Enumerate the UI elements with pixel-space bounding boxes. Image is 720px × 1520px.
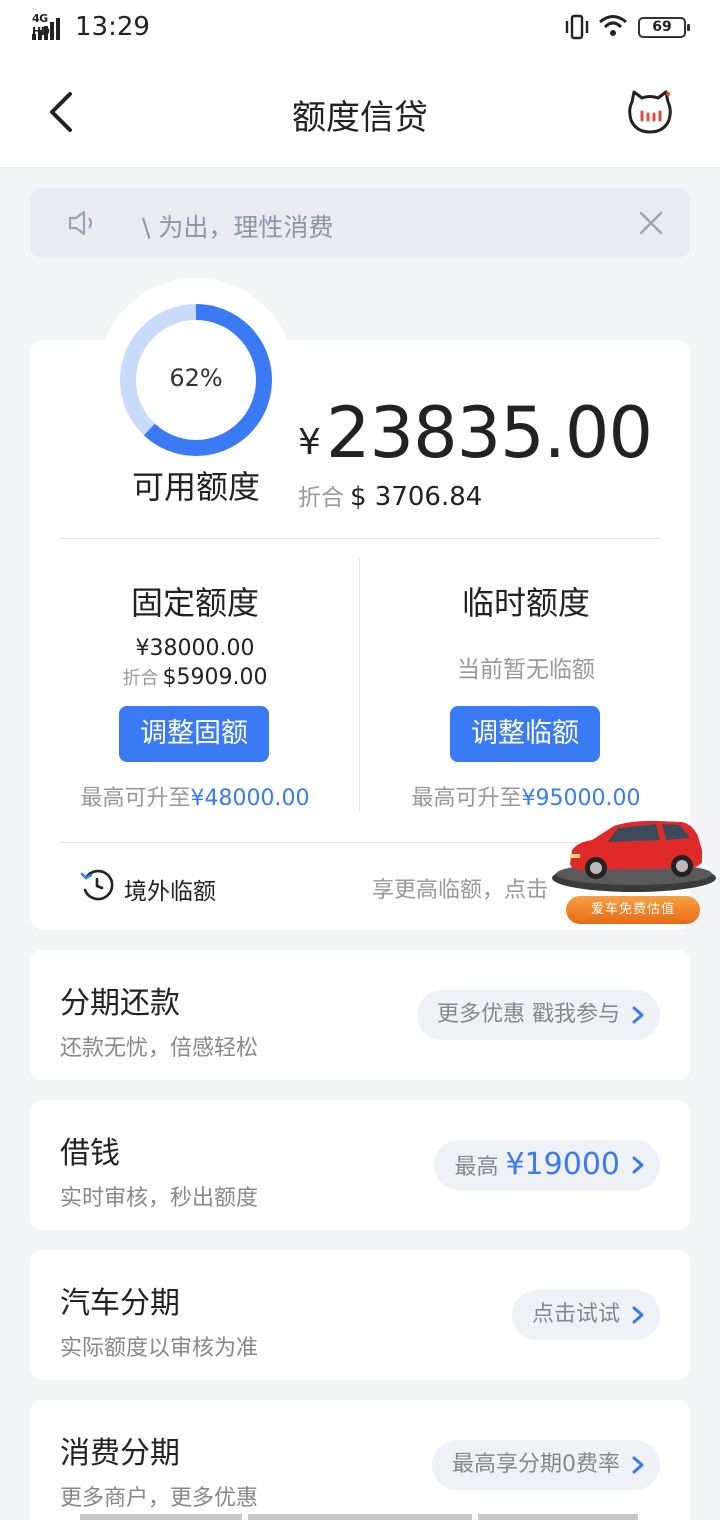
fixed-max-info: 最高可升至¥48000.00 [45, 780, 345, 812]
converted-prefix: 折合 [298, 485, 344, 511]
currency-symbol: ¥ [298, 422, 321, 463]
adjust-fixed-limit-button[interactable]: 调整固额 [119, 706, 269, 762]
battery-indicator: 69 [638, 17, 690, 38]
service-title: 汽车分期 [60, 1286, 180, 1321]
service-card-borrow[interactable]: 借钱 实时审核，秒出额度 最高 ¥19000 [30, 1100, 690, 1230]
service-subtitle: 实际额度以审核为准 [60, 1336, 259, 1361]
converted-value: $5909.00 [162, 665, 268, 690]
max-prefix: 最高可升至 [80, 786, 191, 811]
fixed-limit-converted: 折合 $5909.00 [45, 664, 345, 690]
clock-arrow-icon [80, 869, 114, 901]
chevron-right-icon [632, 1306, 644, 1324]
service-action-pill[interactable]: 点击试试 [511, 1290, 660, 1340]
tab-placeholder [478, 1514, 638, 1520]
temp-limit-subtitle: 当前暂无临额 [457, 657, 595, 683]
service-title: 借钱 [60, 1136, 120, 1171]
service-action-pill[interactable]: 最高享分期0费率 [432, 1440, 660, 1490]
notice-bar: \ 为出，理性消费 [30, 188, 690, 258]
tab-placeholder [248, 1514, 472, 1520]
pill-text: 最高享分期0费率 [452, 1452, 620, 1477]
pill-value: ¥19000 [505, 1147, 620, 1182]
temp-max-info: 最高可升至¥95000.00 [376, 780, 676, 812]
speaker-icon [68, 210, 93, 236]
max-prefix: 最高可升至 [411, 786, 522, 811]
page-title: 额度信贷 [292, 98, 428, 138]
service-subtitle: 还款无忧，倍感轻松 [60, 1036, 259, 1061]
service-subtitle: 实时审核，秒出额度 [60, 1186, 259, 1211]
service-card-car-installment[interactable]: 汽车分期 实际额度以审核为准 点击试试 [30, 1250, 690, 1380]
fixed-limit-title: 固定额度 [130, 584, 259, 622]
chevron-right-icon [632, 1006, 644, 1024]
notice-text: \ 为出，理性消费 [142, 213, 334, 242]
car-icon [552, 820, 716, 892]
available-label: 可用额度 [131, 468, 260, 506]
pill-text: 点击试试 [531, 1302, 620, 1327]
abroad-limit-label[interactable]: 境外临额 [124, 872, 216, 906]
status-time: 13:29 [75, 12, 150, 42]
temp-limit-title: 临时额度 [461, 584, 590, 622]
divider [60, 538, 660, 539]
adjust-temp-limit-button[interactable]: 调整临额 [450, 706, 600, 762]
vibrate-icon [565, 14, 589, 40]
pill-prefix: 最高 [454, 1155, 499, 1180]
wifi-icon [599, 15, 627, 36]
service-action-pill[interactable]: 最高 ¥19000 [434, 1140, 660, 1190]
service-subtitle: 更多商户，更多优惠 [60, 1486, 259, 1511]
service-title: 分期还款 [60, 986, 180, 1021]
divider [359, 558, 360, 812]
service-title: 消费分期 [60, 1436, 180, 1471]
converted-amount: 折合 $ 3706.84 [298, 478, 482, 512]
signal-icon: 4G HD [32, 12, 68, 40]
available-amount: 23835.00 [326, 392, 653, 474]
chevron-right-icon [632, 1456, 644, 1474]
cat-service-icon[interactable] [626, 88, 674, 136]
max-value: ¥48000.00 [190, 786, 310, 811]
abroad-limit-desc[interactable]: 享更高临额，点击 [372, 872, 562, 904]
max-value: ¥95000.00 [521, 786, 641, 811]
usage-percent: 62% [169, 364, 223, 392]
converted-prefix: 折合 [122, 668, 159, 689]
service-action-pill[interactable]: 更多优惠 戳我参与 [417, 990, 660, 1040]
close-icon[interactable] [638, 210, 664, 236]
status-bar: 4G HD 13:29 69 [0, 0, 720, 58]
pill-text: 更多优惠 戳我参与 [437, 1002, 620, 1027]
car-valuation-ad[interactable]: 爱车免费估值 [548, 812, 720, 930]
converted-value: $ 3706.84 [350, 482, 483, 512]
fixed-limit-amount: ¥38000.00 [135, 636, 255, 661]
tab-placeholder [80, 1514, 242, 1520]
service-card-consumer-installment[interactable]: 消费分期 更多商户，更多优惠 最高享分期0费率 [30, 1400, 690, 1520]
car-ad-badge[interactable]: 爱车免费估值 [566, 896, 700, 924]
chevron-right-icon [632, 1156, 644, 1174]
service-card-installment-repay[interactable]: 分期还款 还款无忧，倍感轻松 更多优惠 戳我参与 [30, 950, 690, 1080]
